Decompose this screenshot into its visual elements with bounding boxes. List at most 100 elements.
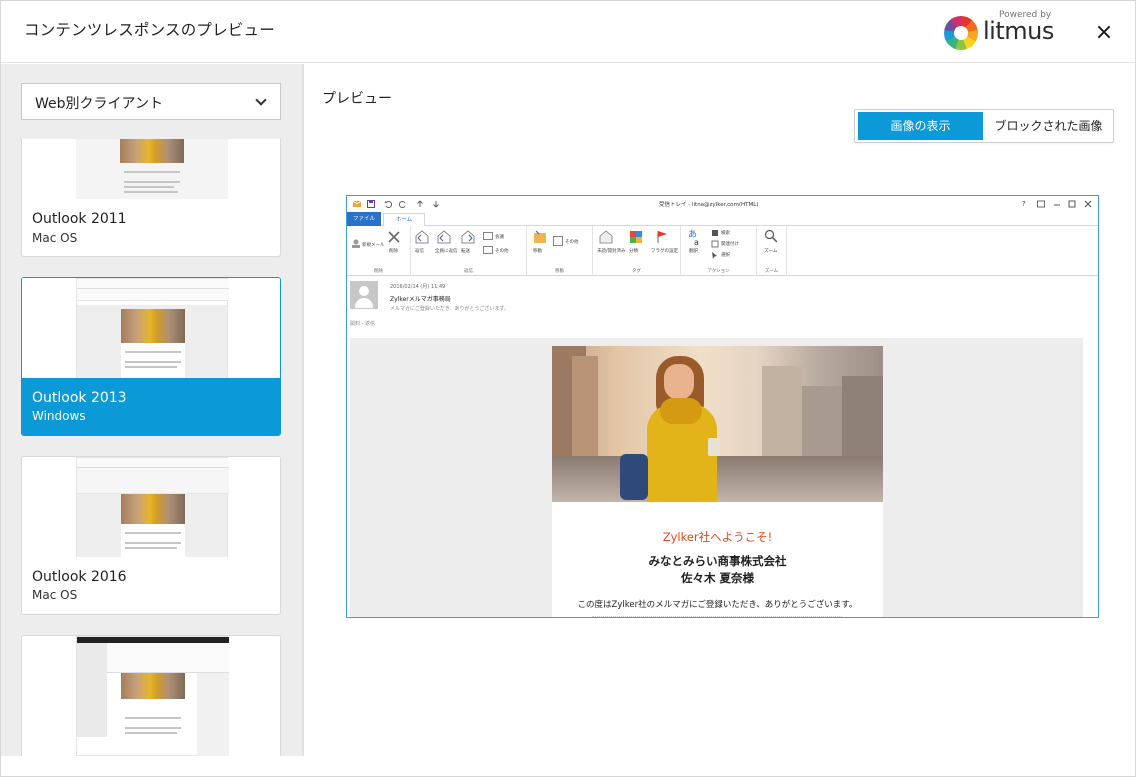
email-body-background: Zylker社へようこそ! みなとみらい商事株式会社 佐々木 夏奈様 この度はZ… (350, 338, 1083, 617)
outlook-window-title: 受信トレイ - litna@zylker.com(HTML) (659, 202, 759, 208)
categorize-label: 分類 (629, 249, 638, 254)
client-card-outlook-web[interactable] (21, 635, 281, 756)
related-icon (711, 240, 719, 248)
outlook-ribbon: 新規メール 削除 削除 返信 全員に返信 転送 会議 その他 返信 移動 その他… (347, 226, 1098, 276)
more-respond-label: その他 (495, 249, 509, 254)
close-icon[interactable] (1094, 22, 1114, 42)
client-card-os: Mac OS (32, 231, 78, 245)
help-icon: ? (1022, 200, 1026, 208)
zoom-icon (764, 229, 778, 243)
ribbon-group-label: ズーム (764, 269, 779, 274)
followup-label: フラグの設定 (651, 249, 678, 254)
move-label: 移動 (533, 249, 542, 254)
chevron-down-icon (255, 94, 267, 106)
email-body-text: この度はZylker社のメルマガにご登録いただき、ありがとうございます。 (577, 600, 858, 610)
minimize-icon (1054, 204, 1060, 206)
ribbon-group-move: 移動 その他 移動 (527, 226, 593, 276)
preview-panel: プレビュー 画像の表示 ブロックされた画像 受信トレイ - litna@zylk… (306, 64, 1135, 756)
reply-icon (415, 230, 429, 244)
move-icon (534, 230, 546, 243)
dialog-header: コンテンツレスポンスのプレビュー Powered by litmus (1, 1, 1135, 63)
hero-image (552, 346, 883, 510)
delete-label: 削除 (389, 249, 398, 254)
client-card-outlook-2013[interactable]: Outlook 2013 Windows (21, 277, 281, 436)
translate-label: 翻訳 (689, 249, 698, 254)
email-client-preview: 受信トレイ - litna@zylker.com(HTML) ? ファイル ホー… (346, 195, 1099, 618)
email-company-name: みなとみらい商事株式会社 (648, 554, 787, 568)
categorize-icon (630, 231, 642, 243)
maximize-icon (1068, 200, 1076, 208)
ribbon-display-icon (1037, 200, 1045, 208)
search-label: 検索 (721, 231, 730, 236)
arrow-down-icon (433, 201, 439, 208)
client-card-thumbnail (22, 457, 280, 557)
redo-icon (399, 201, 406, 208)
client-type-select[interactable]: Web別クライアント (21, 83, 281, 120)
mail-icon (353, 200, 361, 207)
ribbon-group-delete: 新規メール 削除 削除 (347, 226, 411, 276)
client-sidebar: Web別クライアント Outlook 2011 Mac OS Outlook 2… (1, 64, 304, 756)
preview-title: プレビュー (322, 91, 392, 107)
rules-icon (553, 236, 563, 246)
close-icon (1084, 200, 1092, 208)
new-mail-icon (352, 239, 360, 248)
read-unread-icon (599, 230, 613, 244)
new-mail-label: 新規メール (362, 243, 385, 248)
tab-home: ホーム (383, 213, 425, 226)
email-recipient-name: 佐々木 夏奈様 (680, 571, 754, 585)
message-sender: Zylkerメルマガ事務局 (390, 296, 451, 303)
client-card-thumbnail (22, 139, 280, 199)
client-card-outlook-2016[interactable]: Outlook 2016 Mac OS (21, 456, 281, 615)
message-pane: 2016/02/14 (月) 11:49 Zylkerメルマガ事務局 メルマガに… (347, 277, 1098, 617)
ribbon-group-label: タグ (632, 269, 641, 274)
svg-text:a: a (694, 238, 699, 246)
sender-avatar (350, 281, 378, 309)
ribbon-group-label: アクション (707, 269, 730, 274)
flag-icon (657, 231, 667, 243)
tab-file: ファイル (347, 212, 381, 226)
email-content: Zylker社へようこそ! みなとみらい商事株式会社 佐々木 夏奈様 この度はZ… (552, 346, 883, 617)
meeting-label: 会議 (495, 235, 504, 240)
select-label: 選択 (721, 253, 730, 258)
email-welcome-heading: Zylker社へようこそ! (662, 530, 773, 544)
dialog-title: コンテンツレスポンスのプレビュー (24, 21, 275, 39)
dialog-footer (1, 756, 1135, 776)
client-type-value: Web別クライアント (35, 96, 163, 112)
more-respond-icon (483, 246, 493, 254)
forward-label: 転送 (461, 249, 470, 254)
arrow-up-icon (417, 200, 423, 207)
select-icon (712, 252, 717, 259)
client-card-os: Windows (32, 409, 86, 423)
message-subject: メルマガにご登録いただき、ありがとうございます。 (390, 306, 510, 312)
read-unread-label: 未読/開封済み (597, 249, 626, 254)
client-card-name: Outlook 2016 (32, 569, 127, 585)
client-card-outlook-2011[interactable]: Outlook 2011 Mac OS (21, 139, 281, 257)
ribbon-group-tags: 未読/開封済み 分類 フラグの設定 タグ (593, 226, 681, 276)
blocked-images-button[interactable]: ブロックされた画像 (985, 112, 1112, 140)
save-icon (367, 200, 375, 208)
reply-label: 返信 (415, 249, 424, 254)
reply-all-label: 全員に返信 (435, 249, 458, 254)
translate-icon: あa (688, 229, 699, 246)
outlook-tabs: ファイル ホーム (347, 212, 1098, 226)
ribbon-group-label: 返信 (464, 269, 473, 274)
client-card-name: Outlook 2011 (32, 211, 127, 227)
ribbon-group-actions: あa 翻訳 検索 関連付け 選択 アクション (681, 226, 757, 276)
meeting-icon (483, 232, 493, 240)
litmus-logo-icon (944, 16, 978, 50)
related-label: 関連付け (721, 242, 739, 247)
client-card-thumbnail (22, 636, 280, 756)
outlook-title-bar: 受信トレイ - litna@zylker.com(HTML) ? (347, 196, 1098, 212)
message-note: 開封 - 返信 (350, 321, 375, 327)
client-card-os: Mac OS (32, 588, 78, 602)
image-toggle: 画像の表示 ブロックされた画像 (854, 109, 1114, 143)
message-date: 2016/02/14 (月) 11:49 (390, 284, 446, 290)
undo-icon (384, 201, 392, 208)
delete-icon (388, 231, 400, 243)
client-card-name: Outlook 2013 (32, 390, 127, 406)
zoom-label: ズーム (764, 249, 778, 254)
litmus-logo-text: litmus (983, 17, 1054, 45)
show-images-button[interactable]: 画像の表示 (858, 112, 983, 140)
ribbon-group-label: 削除 (374, 269, 383, 274)
ribbon-group-label: 移動 (555, 269, 564, 274)
